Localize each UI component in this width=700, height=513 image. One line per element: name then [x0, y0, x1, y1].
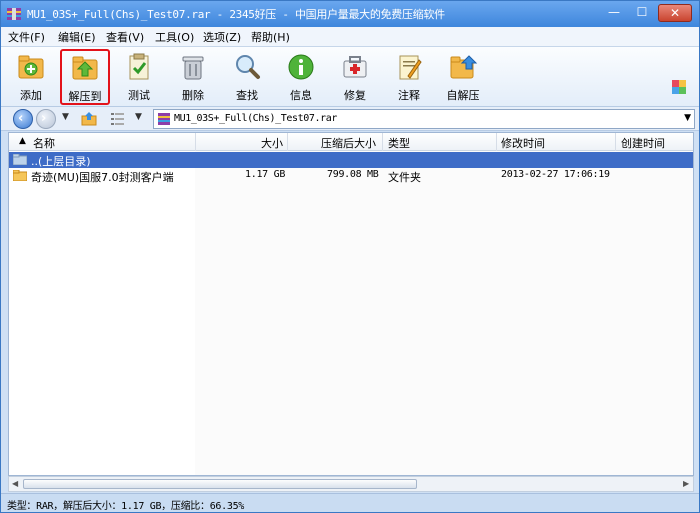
repair-button[interactable]: 修复: [330, 50, 380, 104]
table-row-parent-dir[interactable]: ..(上层目录): [9, 152, 693, 168]
row-name: ..(上层目录): [31, 155, 91, 168]
forward-arrow-icon: ›: [41, 111, 47, 126]
column-type[interactable]: 类型: [388, 135, 410, 151]
menu-options[interactable]: 选项(Z): [203, 29, 241, 45]
find-label: 查找: [236, 89, 258, 102]
rar-file-icon: [158, 113, 170, 125]
comment-icon: [399, 55, 422, 80]
sort-up-icon: ▲: [19, 136, 26, 146]
up-folder-icon[interactable]: [81, 111, 97, 127]
test-label: 测试: [128, 89, 150, 102]
maximize-button[interactable]: ☐: [630, 4, 654, 22]
delete-icon: [182, 56, 204, 80]
menu-bar: 文件(F) 编辑(E) 查看(V) 工具(O) 选项(Z) 帮助(H): [1, 27, 699, 47]
column-divider[interactable]: [287, 133, 288, 151]
add-archive-icon: [18, 55, 44, 79]
repair-label: 修复: [344, 89, 366, 102]
table-row[interactable]: 奇迹(MU)国服7.0封测客户端 1.17 GB 799.08 MB 文件夹 2…: [9, 168, 693, 184]
folder-icon: [13, 154, 27, 165]
column-divider[interactable]: [496, 133, 497, 151]
repair-icon: [343, 56, 367, 78]
back-button[interactable]: ‹: [13, 109, 33, 129]
close-button[interactable]: ✕: [658, 4, 692, 22]
menu-view[interactable]: 查看(V): [106, 29, 144, 45]
info-button[interactable]: 信息: [276, 50, 326, 104]
history-dropdown-icon[interactable]: ▼: [62, 112, 69, 122]
test-button[interactable]: 测试: [114, 50, 164, 104]
delete-label: 删除: [182, 89, 204, 102]
scroll-right-icon[interactable]: ▶: [683, 479, 689, 488]
row-type: 文件夹: [388, 171, 421, 184]
column-divider[interactable]: [382, 133, 383, 151]
minimize-button[interactable]: —: [602, 4, 626, 22]
scroll-left-icon[interactable]: ◀: [12, 479, 18, 488]
search-icon: [236, 55, 260, 79]
info-label: 信息: [290, 89, 312, 102]
back-arrow-icon: ‹: [18, 111, 24, 126]
find-button[interactable]: 查找: [222, 50, 272, 104]
menu-edit[interactable]: 编辑(E): [58, 29, 96, 45]
column-modified[interactable]: 修改时间: [501, 135, 545, 151]
row-size: 1.17 GB: [245, 169, 286, 180]
file-list[interactable]: ▲ 名称 大小 压缩后大小 类型 修改时间 创建时间 ..(上层目录) 奇迹(M…: [8, 132, 694, 476]
view-mode-icon[interactable]: [111, 112, 125, 126]
info-icon: [288, 54, 314, 80]
menu-file[interactable]: 文件(F): [8, 29, 45, 45]
menu-tools[interactable]: 工具(O): [155, 29, 194, 45]
extract-to-label: 解压到: [68, 90, 102, 103]
add-label: 添加: [20, 89, 42, 102]
folder-icon: [13, 170, 27, 181]
app-window: MU1_03S+_Full(Chs)_Test07.rar - 2345好压 -…: [0, 0, 700, 513]
path-dropdown-icon[interactable]: ▼: [684, 113, 691, 123]
row-packed: 799.08 MB: [327, 169, 379, 180]
column-created[interactable]: 创建时间: [621, 135, 665, 151]
view-mode-dropdown-icon[interactable]: ▼: [135, 112, 142, 122]
column-packed[interactable]: 压缩后大小: [321, 135, 376, 151]
column-divider[interactable]: [195, 133, 196, 151]
toolbar: 添加 解压到 测试 删除 查找 信息 修复 注释 自解压: [1, 47, 699, 107]
column-size[interactable]: 大小: [261, 135, 283, 151]
forward-button[interactable]: ›: [36, 109, 56, 129]
self-extract-label: 自解压: [446, 89, 480, 102]
skin-theme-icon[interactable]: [672, 80, 686, 94]
extract-to-button[interactable]: 解压到: [60, 49, 110, 105]
scroll-thumb[interactable]: [23, 479, 417, 489]
column-name[interactable]: 名称: [33, 135, 55, 151]
test-icon: [129, 53, 149, 80]
status-text: 类型：RAR，解压后大小：1.17 GB，压缩比：66.35%: [7, 501, 245, 512]
column-header: ▲ 名称 大小 压缩后大小 类型 修改时间 创建时间: [9, 133, 693, 151]
comment-button[interactable]: 注释: [384, 50, 434, 104]
add-button[interactable]: 添加: [6, 50, 56, 104]
list-empty-area: [195, 151, 693, 475]
path-field[interactable]: MU1_03S+_Full(Chs)_Test07.rar ▼: [153, 109, 695, 129]
address-bar: ‹ › ▼ ▼ MU1_03S+_Full(Chs)_Test07.rar ▼: [1, 107, 699, 131]
current-path: MU1_03S+_Full(Chs)_Test07.rar: [174, 113, 337, 124]
archive-app-icon: [7, 8, 21, 20]
row-modified: 2013-02-27 17:06:19: [501, 169, 610, 180]
delete-button[interactable]: 删除: [168, 50, 218, 104]
title-bar[interactable]: MU1_03S+_Full(Chs)_Test07.rar - 2345好压 -…: [1, 1, 699, 27]
window-title: MU1_03S+_Full(Chs)_Test07.rar - 2345好压 -…: [27, 8, 445, 21]
horizontal-scrollbar[interactable]: ◀ ▶: [8, 476, 694, 492]
status-bar: 类型：RAR，解压后大小：1.17 GB，压缩比：66.35%: [1, 493, 699, 512]
self-extract-button[interactable]: 自解压: [438, 50, 488, 104]
row-name: 奇迹(MU)国服7.0封测客户端: [31, 171, 174, 184]
comment-label: 注释: [398, 89, 420, 102]
self-extract-icon: [450, 55, 478, 79]
extract-to-icon: [72, 56, 98, 80]
column-divider[interactable]: [615, 133, 616, 151]
menu-help[interactable]: 帮助(H): [251, 29, 290, 45]
